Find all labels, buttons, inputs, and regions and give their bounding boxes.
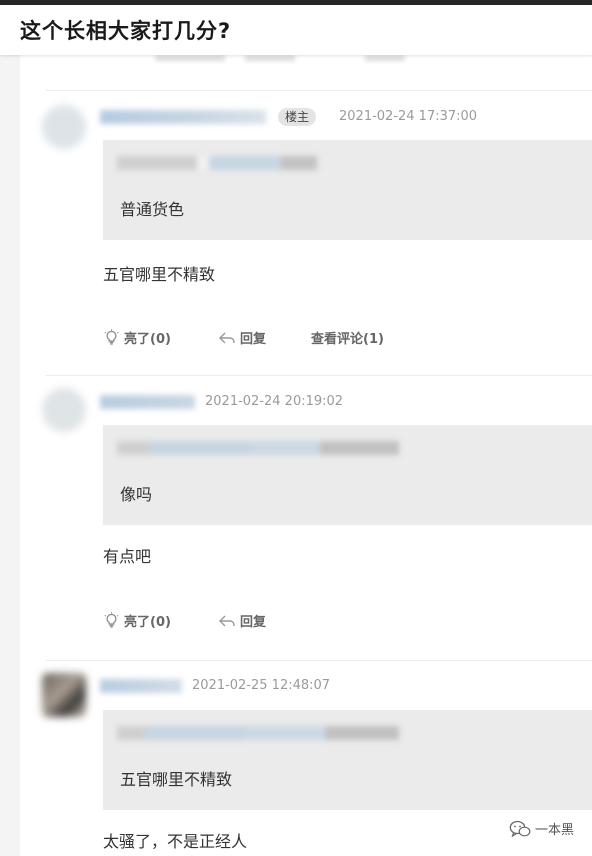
quoted-text: 像吗 [120, 485, 153, 504]
comment-time: 2021-02-24 20:19:02 [205, 394, 344, 409]
quoted-username-blurred [117, 441, 399, 455]
like-label: 亮了(0) [124, 615, 171, 630]
username-blurred[interactable] [100, 679, 182, 693]
reply-button[interactable]: 回复 [218, 328, 266, 347]
reply-label: 回复 [240, 332, 267, 347]
truncated-content-blur [155, 55, 225, 61]
reply-label: 回复 [240, 615, 267, 630]
quoted-text: 普通货色 [120, 200, 185, 219]
quoted-username-blurred [117, 156, 317, 170]
comment-item: 2021-02-25 12:48:07 五官哪里不精致 太骚了，不是正经人 [20, 660, 592, 856]
like-label: 亮了(0) [124, 332, 171, 347]
avatar[interactable] [42, 105, 86, 149]
comment-item: 2021-02-24 20:19:02 像吗 有点吧 亮了(0) 回复 [20, 375, 592, 660]
comment-text: 太骚了，不是正经人 [103, 832, 248, 851]
view-replies-button[interactable]: 查看评论(1) [311, 328, 384, 347]
like-button[interactable]: 亮了(0) [103, 328, 171, 347]
avatar[interactable] [42, 388, 86, 432]
quoted-text: 五官哪里不精致 [120, 770, 233, 789]
page-header: 这个长相大家打几分? [0, 5, 592, 55]
like-button[interactable]: 亮了(0) [103, 611, 171, 630]
watermark-text: 一本黑 [534, 823, 574, 838]
wechat-icon [509, 820, 531, 837]
watermark: 一本黑 [509, 819, 574, 838]
reply-arrow-icon [219, 615, 235, 626]
comment-text: 有点吧 [103, 547, 152, 566]
comment-text: 五官哪里不精致 [103, 265, 216, 284]
comment-time: 2021-02-25 12:48:07 [192, 678, 331, 693]
page-title: 这个长相大家打几分? [20, 19, 232, 43]
lightbulb-icon [104, 612, 119, 628]
reply-button[interactable]: 回复 [218, 611, 266, 630]
truncated-content-blur [245, 55, 295, 61]
truncated-content-blur [365, 55, 405, 61]
divider [46, 90, 592, 91]
divider [46, 375, 592, 376]
comment-list: 楼主 2021-02-24 17:37:00 普通货色 五官哪里不精致 亮了(0… [20, 55, 592, 856]
comment-item: 楼主 2021-02-24 17:37:00 普通货色 五官哪里不精致 亮了(0… [20, 90, 592, 375]
quoted-comment: 普通货色 [103, 140, 592, 240]
divider [46, 660, 592, 661]
quoted-comment: 五官哪里不精致 [103, 710, 592, 810]
op-badge: 楼主 [278, 108, 317, 126]
username-blurred[interactable] [100, 110, 266, 124]
username-blurred[interactable] [100, 395, 195, 409]
quoted-username-blurred [117, 726, 399, 740]
lightbulb-icon [104, 329, 119, 345]
comment-time: 2021-02-24 17:37:00 [339, 109, 478, 124]
avatar[interactable] [42, 673, 86, 717]
view-replies-label: 查看评论(1) [311, 332, 384, 347]
reply-arrow-icon [219, 332, 235, 343]
quoted-comment: 像吗 [103, 425, 592, 525]
